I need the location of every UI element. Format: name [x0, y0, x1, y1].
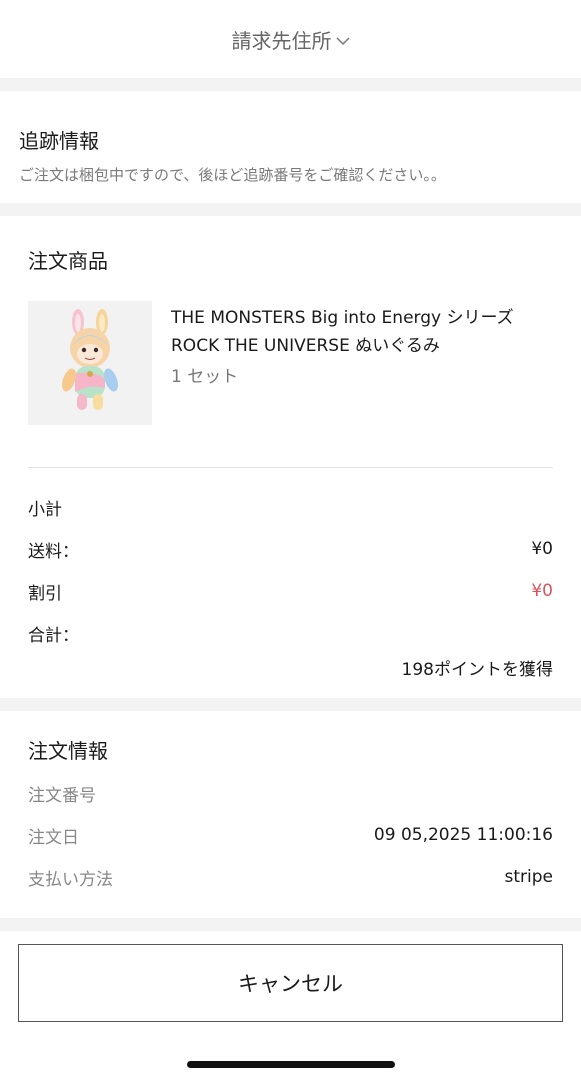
payment-method-row: 支払い方法 stripe: [28, 856, 553, 898]
discount-label: 割引: [28, 583, 62, 604]
tracking-title: 追跡情報: [19, 129, 99, 153]
payment-method-value: stripe: [504, 867, 554, 887]
shipping-label: 送料：: [28, 541, 79, 562]
shipping-row: 送料： ¥0: [28, 528, 553, 570]
order-info-title: 注文情報: [28, 739, 108, 763]
order-number-row: 注文番号: [28, 772, 553, 814]
section-divider: [0, 78, 581, 91]
product-quantity: 1 セット: [171, 367, 239, 387]
section-divider: [0, 203, 581, 216]
price-summary: 小計 送料： ¥0 割引 ¥0 合計： 198ポイントを獲得: [28, 468, 553, 681]
points-earned: 198ポイントを獲得: [401, 660, 553, 680]
product-image[interactable]: [28, 301, 152, 425]
order-date-row: 注文日 09 05,2025 11:00:16: [28, 814, 553, 856]
discount-value: ¥0: [531, 581, 553, 601]
order-number-label: 注文番号: [28, 785, 96, 806]
shipping-value: ¥0: [531, 539, 553, 559]
ordered-products-section: 注文商品 THE MONSTERS Big into Energy シリーズ R…: [0, 216, 581, 698]
product-item[interactable]: THE MONSTERS Big into Energy シリーズ ROCK T…: [28, 301, 553, 425]
section-divider: [0, 698, 581, 711]
cancel-container: キャンセル: [0, 931, 581, 1022]
home-indicator[interactable]: [187, 1061, 395, 1068]
plush-figure-image: [62, 309, 118, 410]
product-name[interactable]: THE MONSTERS Big into Energy シリーズ ROCK T…: [171, 304, 551, 360]
discount-row: 割引 ¥0: [28, 570, 553, 612]
tracking-description: ご注文は梱包中ですので、後ほど追跡番号をご確認ください。。: [19, 166, 446, 184]
order-date-label: 注文日: [28, 827, 79, 848]
order-date-value: 09 05,2025 11:00:16: [373, 825, 553, 845]
subtotal-label: 小計: [28, 499, 62, 520]
tracking-section: 追跡情報 ご注文は梱包中ですので、後ほど追跡番号をご確認ください。。: [0, 91, 581, 203]
subtotal-row: 小計: [28, 486, 553, 528]
cancel-button[interactable]: キャンセル: [18, 944, 563, 1022]
billing-address-header[interactable]: 請求先住所: [0, 0, 581, 78]
payment-method-label: 支払い方法: [28, 869, 113, 890]
billing-address-label: 請求先住所: [231, 28, 332, 53]
section-divider: [0, 918, 581, 931]
order-info-section: 注文情報 注文番号 注文日 09 05,2025 11:00:16 支払い方法 …: [0, 711, 581, 918]
total-row: 合計：: [28, 612, 553, 654]
chevron-down-icon: [335, 36, 350, 46]
ordered-products-title: 注文商品: [28, 249, 108, 273]
total-label: 合計：: [28, 625, 79, 646]
